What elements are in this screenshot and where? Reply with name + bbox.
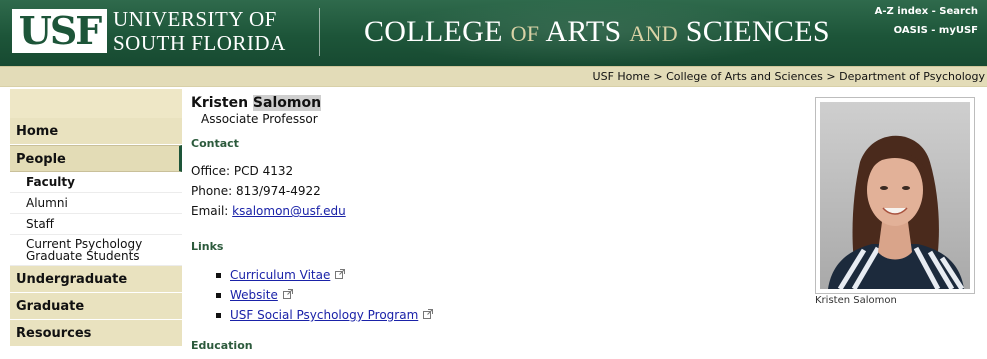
profile-photo <box>820 102 970 289</box>
sidebar-item-graduate[interactable]: Graduate <box>10 293 182 320</box>
phone-line: Phone: 813/974-4922 <box>191 185 791 198</box>
social-psychology-program-link[interactable]: USF Social Psychology Program <box>230 308 418 322</box>
website-link[interactable]: Website <box>230 288 278 302</box>
office-label: Office: <box>191 164 231 178</box>
university-name-line1: UNIVERSITY OF <box>113 7 277 31</box>
email-link[interactable]: ksalomon@usf.edu <box>232 204 346 218</box>
college-title[interactable]: COLLEGE OF ARTS AND SCIENCES <box>364 15 830 49</box>
breadcrumb: USF Home > College of Arts and Sciences … <box>593 70 985 83</box>
education-heading: Education <box>191 339 253 352</box>
breadcrumb-separator: > <box>649 70 667 83</box>
search-link[interactable]: Search <box>939 6 978 17</box>
sidebar-subitem-alumni[interactable]: Alumni <box>10 193 182 214</box>
breadcrumb-bar: USF Home > College of Arts and Sciences … <box>0 66 987 87</box>
oasis-link[interactable]: OASIS <box>894 25 928 36</box>
utility-links: A-Z index - Search OASIS - myUSF <box>875 2 978 40</box>
sidebar-item-home[interactable]: Home <box>10 118 182 145</box>
college-title-part2: ARTS <box>545 15 622 48</box>
links-heading: Links <box>191 240 224 253</box>
phone-label: Phone: <box>191 184 233 198</box>
az-index-link[interactable]: A-Z index <box>875 6 929 17</box>
utility-separator: - <box>928 6 940 17</box>
list-item: Website <box>216 289 791 302</box>
person-first-name: Kristen <box>191 95 249 111</box>
breadcrumb-college[interactable]: College of Arts and Sciences <box>666 70 823 83</box>
breadcrumb-separator: > <box>822 70 840 83</box>
external-link-icon[interactable] <box>423 309 434 322</box>
usf-logo[interactable]: USF <box>12 9 107 53</box>
college-title-part1: COLLEGE <box>364 15 503 48</box>
email-line: Email: ksalomon@usf.edu <box>191 205 791 218</box>
email-label: Email: <box>191 204 229 218</box>
contact-heading: Contact <box>191 137 239 150</box>
utility-separator: - <box>927 25 939 36</box>
external-link-icon[interactable] <box>282 289 293 302</box>
college-title-of: OF <box>510 21 540 46</box>
breadcrumb-usf-home[interactable]: USF Home <box>593 70 650 83</box>
list-item: Curriculum Vitae <box>216 269 791 282</box>
usf-logo-text: USF <box>18 8 103 53</box>
site-header: USF UNIVERSITY OF SOUTH FLORIDA COLLEGE … <box>0 0 987 66</box>
profile-photo-frame <box>815 97 975 294</box>
sidebar-item-people[interactable]: People <box>10 145 182 172</box>
sidebar-item-undergraduate[interactable]: Undergraduate <box>10 266 182 293</box>
college-title-and: AND <box>629 21 678 46</box>
sidebar-subitem-current-grad-students[interactable]: Current Psychology Graduate Students <box>10 235 182 266</box>
curriculum-vitae-link[interactable]: Curriculum Vitae <box>230 268 330 282</box>
office-line: Office: PCD 4132 <box>191 165 791 178</box>
external-link-icon[interactable] <box>335 269 346 282</box>
breadcrumb-department[interactable]: Department of Psychology <box>839 70 985 83</box>
sidebar-top-spacer <box>10 89 182 118</box>
university-name[interactable]: UNIVERSITY OF SOUTH FLORIDA <box>113 7 286 55</box>
person-last-name: Salomon <box>252 95 322 111</box>
sidebar-subitem-staff[interactable]: Staff <box>10 214 182 235</box>
sidebar-nav: Home People Faculty Alumni Staff Current… <box>10 89 182 359</box>
office-value: PCD 4132 <box>233 164 294 178</box>
person-title: Associate Professor <box>201 112 318 126</box>
university-name-line2: SOUTH FLORIDA <box>113 31 286 55</box>
header-divider <box>319 8 320 56</box>
bullet-icon <box>216 273 221 278</box>
myusf-link[interactable]: myUSF <box>939 25 978 36</box>
college-title-part3: SCIENCES <box>685 15 830 48</box>
sidebar-item-resources[interactable]: Resources <box>10 320 182 347</box>
bullet-icon <box>216 293 221 298</box>
main-content: Kristen Salomon Associate Professor Cont… <box>191 95 791 352</box>
photo-caption: Kristen Salomon <box>815 295 897 306</box>
links-list: Curriculum Vitae Website USF Social Psyc… <box>216 269 791 322</box>
bullet-icon <box>216 313 221 318</box>
sidebar-subitem-faculty[interactable]: Faculty <box>10 172 182 193</box>
page-title: Kristen Salomon <box>191 95 791 111</box>
phone-value: 813/974-4922 <box>236 184 321 198</box>
list-item: USF Social Psychology Program <box>216 309 791 322</box>
